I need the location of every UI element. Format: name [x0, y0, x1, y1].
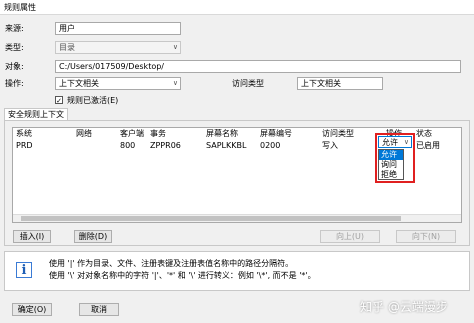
info-line-1: 使用 '|' 作为目录、文件、注册表键及注册表值名称中的路径分隔符。	[49, 259, 294, 268]
move-up-button[interactable]: 向上(U)	[320, 230, 380, 243]
chevron-down-icon: ∨	[403, 138, 409, 146]
source-value: 用户	[59, 24, 75, 33]
chevron-down-icon: ∨	[172, 79, 178, 87]
operation-select[interactable]: 上下文相关 ∨	[55, 77, 181, 90]
cell-transaction: ZPPR06	[150, 141, 181, 150]
window-title: 规则属性	[4, 3, 36, 12]
ok-button[interactable]: 确定(O)	[12, 303, 52, 316]
cell-system: PRD	[16, 141, 33, 150]
info-line-2: 使用 '\' 对对象名称中的字符 '|'、'*' 和 '\' 进行转义：例如 '…	[49, 271, 316, 280]
move-down-button[interactable]: 向下(N)	[396, 230, 456, 243]
column-header-screen-name[interactable]: 屏幕名称	[203, 128, 261, 139]
cell-client: 800	[120, 141, 136, 150]
insert-button[interactable]: 插入(I)	[13, 230, 51, 243]
column-header-transaction[interactable]: 事务	[147, 128, 207, 139]
context-section-tab: 安全规则上下文	[4, 108, 68, 120]
source-label: 来源:	[5, 24, 24, 33]
column-header-screen-number[interactable]: 屏幕编号	[257, 128, 323, 139]
cell-screen-number: 0200	[260, 141, 281, 150]
column-header-client[interactable]: 客户端	[117, 128, 151, 139]
cancel-button[interactable]: 取消	[79, 303, 119, 316]
cell-network	[73, 140, 76, 151]
dropdown-option-ask[interactable]: 询问	[379, 160, 403, 170]
operation-label: 操作:	[5, 79, 24, 88]
column-header-status[interactable]: 状态	[413, 128, 461, 139]
delete-button[interactable]: 删除(D)	[74, 230, 112, 243]
operation-cell-select[interactable]: 允许 ∨	[378, 136, 412, 148]
cell-screen-name: SAPLKKBL	[206, 141, 247, 150]
title-bar: 规则属性	[0, 0, 474, 15]
watermark: 知乎 @云端漫步	[360, 300, 448, 314]
type-value: 目录	[59, 43, 75, 52]
access-type-value: 上下文相关	[301, 79, 341, 88]
operation-dropdown-list: 允许 询问 拒绝	[378, 149, 404, 180]
access-type-field[interactable]: 上下文相关	[297, 77, 383, 90]
info-panel: i 使用 '|' 作为目录、文件、注册表键及注册表值名称中的路径分隔符。 使用 …	[4, 251, 470, 291]
dropdown-option-allow[interactable]: 允许	[379, 150, 403, 160]
object-value: C:/Users/017509/Desktop/	[59, 62, 164, 71]
scrollbar-thumb[interactable]	[21, 216, 401, 221]
cell-status: 已启用	[416, 141, 440, 150]
access-type-label: 访问类型	[232, 79, 264, 88]
column-header-system[interactable]: 系统	[13, 128, 77, 139]
context-section-title: 安全规则上下文	[8, 110, 64, 119]
dropdown-option-deny[interactable]: 拒绝	[379, 170, 403, 180]
operation-value: 上下文相关	[59, 79, 99, 88]
operation-cell-value: 允许	[382, 138, 398, 147]
table-horizontal-scrollbar[interactable]	[13, 214, 461, 222]
source-field[interactable]: 用户	[55, 22, 181, 35]
object-field[interactable]: C:/Users/017509/Desktop/	[55, 60, 461, 73]
type-select[interactable]: 目录 ∨	[55, 41, 181, 54]
activated-checkbox[interactable]: ✓	[55, 96, 63, 105]
operation-dropdown-highlight: 允许 ∨ 允许 询问 拒绝	[375, 133, 415, 183]
cell-access-type: 写入	[322, 141, 338, 150]
activated-label: 规则已激活(E)	[67, 96, 119, 105]
type-label: 类型:	[5, 43, 24, 52]
info-icon: i	[16, 262, 32, 278]
chevron-down-icon: ∨	[172, 43, 178, 51]
column-header-network[interactable]: 网络	[73, 128, 121, 139]
object-label: 对象:	[5, 62, 24, 71]
